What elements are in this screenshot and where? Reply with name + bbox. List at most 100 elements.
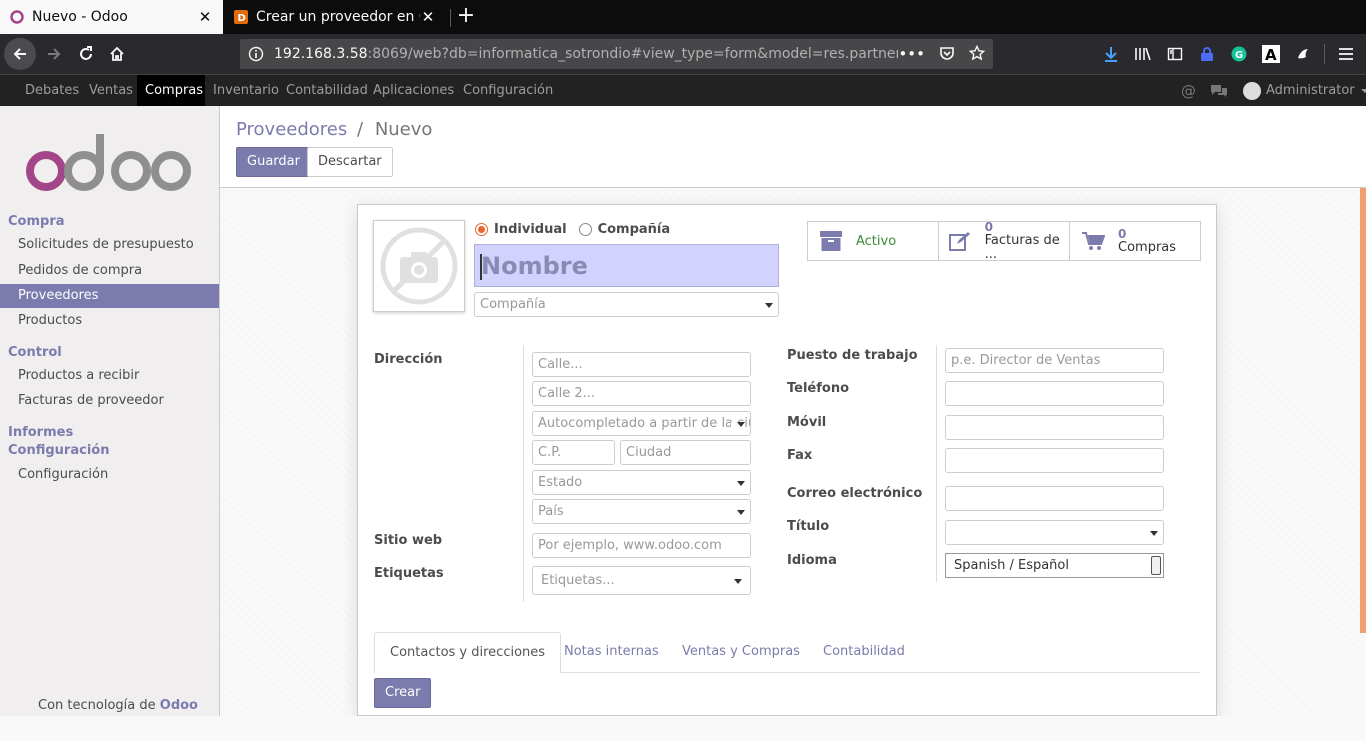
menu-item-ventas[interactable]: Ventas bbox=[81, 75, 141, 106]
odoo-favicon-icon bbox=[10, 10, 24, 24]
state-placeholder: Estado bbox=[538, 475, 583, 490]
active-toggle-button[interactable]: Activo bbox=[807, 221, 939, 261]
partner-image[interactable] bbox=[373, 220, 465, 312]
scrollbar[interactable] bbox=[1360, 188, 1366, 633]
sidebar-section-configuracion[interactable]: Configuración bbox=[8, 443, 109, 458]
zip-input[interactable]: C.P. bbox=[532, 440, 615, 465]
street-input[interactable]: Calle... bbox=[532, 352, 751, 377]
bookmark-star-icon[interactable] bbox=[969, 45, 985, 61]
odoo-main-menu: Debates Ventas Compras Inventario Contab… bbox=[0, 74, 1366, 106]
back-button[interactable] bbox=[4, 38, 36, 70]
tags-select[interactable]: Etiquetas... bbox=[532, 566, 751, 595]
radio-company-label[interactable]: Compañía bbox=[598, 222, 671, 237]
sidebar-toggle-icon[interactable] bbox=[1164, 43, 1186, 65]
email-input[interactable] bbox=[945, 486, 1164, 511]
powered-by: Con tecnología de Odoo bbox=[38, 698, 198, 713]
menu-item-contabilidad[interactable]: Contabilidad bbox=[278, 75, 376, 106]
discard-button[interactable]: Descartar bbox=[307, 147, 393, 177]
lock-extension-icon[interactable] bbox=[1196, 43, 1218, 65]
home-button[interactable] bbox=[101, 38, 133, 70]
forward-button[interactable] bbox=[38, 38, 70, 70]
no-camera-icon bbox=[380, 227, 458, 305]
home-icon bbox=[110, 46, 124, 61]
mention-button[interactable]: @ bbox=[1181, 75, 1196, 106]
download-icon[interactable] bbox=[1100, 43, 1122, 65]
grammarly-icon[interactable]: G bbox=[1228, 43, 1250, 65]
browser-tab-odoo[interactable]: Nuevo - Odoo ✕ bbox=[0, 0, 223, 34]
library-icon[interactable] bbox=[1132, 43, 1154, 65]
sidebar-section-compra[interactable]: Compra bbox=[8, 214, 65, 229]
create-contact-button[interactable]: Crear bbox=[374, 678, 432, 708]
radio-company[interactable] bbox=[578, 223, 592, 236]
pocket-icon[interactable] bbox=[939, 45, 955, 61]
phone-input[interactable] bbox=[945, 381, 1164, 406]
sidebar-section-control[interactable]: Control bbox=[8, 345, 62, 360]
powered-by-link[interactable]: Odoo bbox=[160, 698, 198, 713]
state-select[interactable]: Estado bbox=[532, 470, 751, 495]
title-select[interactable] bbox=[945, 520, 1164, 545]
powered-by-text: Con tecnología de bbox=[38, 698, 156, 713]
chat-button[interactable] bbox=[1210, 75, 1228, 106]
sidebar-item-proveedores[interactable]: Proveedores bbox=[0, 284, 219, 308]
select-arrow-icon bbox=[1151, 556, 1161, 575]
radio-individual[interactable] bbox=[475, 223, 488, 236]
menu-item-aplicaciones[interactable]: Aplicaciones bbox=[365, 75, 462, 106]
mobile-input[interactable] bbox=[945, 415, 1164, 440]
job-label: Puesto de trabajo bbox=[787, 348, 918, 363]
tab-ventas-compras[interactable]: Ventas y Compras bbox=[667, 632, 815, 673]
tags-placeholder: Etiquetas... bbox=[541, 573, 615, 588]
page-actions-icon[interactable]: ••• bbox=[898, 45, 925, 63]
hamburger-menu-icon[interactable] bbox=[1335, 43, 1357, 65]
reload-icon bbox=[80, 46, 92, 60]
sidebar-item-productos[interactable]: Productos bbox=[0, 309, 219, 333]
phone-label: Teléfono bbox=[787, 381, 850, 396]
job-input[interactable]: p.e. Director de Ventas bbox=[945, 348, 1164, 373]
reload-button[interactable] bbox=[70, 38, 102, 70]
menu-item-configuracion[interactable]: Configuración bbox=[455, 75, 561, 106]
new-tab-button[interactable]: + bbox=[452, 0, 480, 34]
sidebar-item-pedidos[interactable]: Pedidos de compra bbox=[0, 259, 219, 283]
url-bar[interactable]: 192.168.3.58:8069/web?db=informatica_sot… bbox=[240, 39, 993, 69]
name-input[interactable]: Nombre bbox=[474, 244, 779, 287]
url-text: 192.168.3.58:8069/web?db=informatica_sot… bbox=[274, 46, 898, 62]
sidebar-item-facturas-proveedor[interactable]: Facturas de proveedor bbox=[0, 389, 219, 413]
tab-contactos[interactable]: Contactos y direcciones bbox=[374, 632, 562, 673]
radio-individual-label[interactable]: Individual bbox=[494, 222, 567, 237]
user-menu[interactable]: Administrator bbox=[1243, 75, 1366, 106]
font-extension-icon[interactable]: A bbox=[1260, 43, 1282, 65]
city-autocomplete-select[interactable]: Autocompletado a partir de la ciud bbox=[532, 411, 751, 436]
archive-icon bbox=[816, 229, 846, 253]
country-placeholder: País bbox=[538, 504, 564, 519]
menu-item-inventario[interactable]: Inventario bbox=[205, 75, 287, 106]
sidebar-item-productos-recibir[interactable]: Productos a recibir bbox=[0, 364, 219, 388]
tab-contabilidad[interactable]: Contabilidad bbox=[808, 632, 920, 673]
purchases-stat-button[interactable]: 0 Compras bbox=[1069, 221, 1201, 261]
url-path: :8069/web?db=informatica_sotrondio#view_… bbox=[367, 46, 899, 62]
close-tab-icon[interactable]: ✕ bbox=[420, 8, 436, 26]
browser-navbar: 192.168.3.58:8069/web?db=informatica_sot… bbox=[0, 34, 1366, 74]
extension-icon[interactable] bbox=[1292, 43, 1314, 65]
sidebar-item-configuracion[interactable]: Configuración bbox=[0, 463, 219, 487]
menu-item-compras[interactable]: Compras bbox=[137, 75, 205, 106]
breadcrumb-proveedores[interactable]: Proveedores bbox=[236, 119, 347, 140]
site-favicon-icon: D bbox=[234, 10, 248, 24]
sidebar-section-informes[interactable]: Informes bbox=[8, 425, 73, 440]
menu-item-debates[interactable]: Debates bbox=[17, 75, 87, 106]
tab-notas[interactable]: Notas internas bbox=[549, 632, 674, 673]
language-select[interactable]: Spanish / Español bbox=[945, 553, 1164, 578]
company-type-selector: Individual Compañía bbox=[475, 222, 670, 237]
invoices-stat-button[interactable]: 0 Facturas de ... bbox=[938, 220, 1070, 262]
save-button[interactable]: Guardar bbox=[236, 147, 311, 177]
browser-tab-guide[interactable]: D Crear un proveedor en O ✕ bbox=[224, 0, 446, 34]
tab-title: Crear un proveedor en O bbox=[256, 9, 420, 25]
fax-input[interactable] bbox=[945, 448, 1164, 473]
odoo-logo[interactable] bbox=[24, 134, 196, 194]
company-select[interactable]: Compañía bbox=[474, 292, 779, 317]
website-input[interactable]: Por ejemplo, www.odoo.com bbox=[532, 533, 751, 558]
street2-input[interactable]: Calle 2... bbox=[532, 381, 751, 406]
company-placeholder: Compañía bbox=[480, 297, 546, 312]
country-select[interactable]: País bbox=[532, 499, 751, 524]
close-tab-icon[interactable]: ✕ bbox=[197, 8, 213, 26]
city-input[interactable]: Ciudad bbox=[620, 440, 751, 465]
sidebar-item-solicitudes[interactable]: Solicitudes de presupuesto bbox=[0, 233, 219, 257]
